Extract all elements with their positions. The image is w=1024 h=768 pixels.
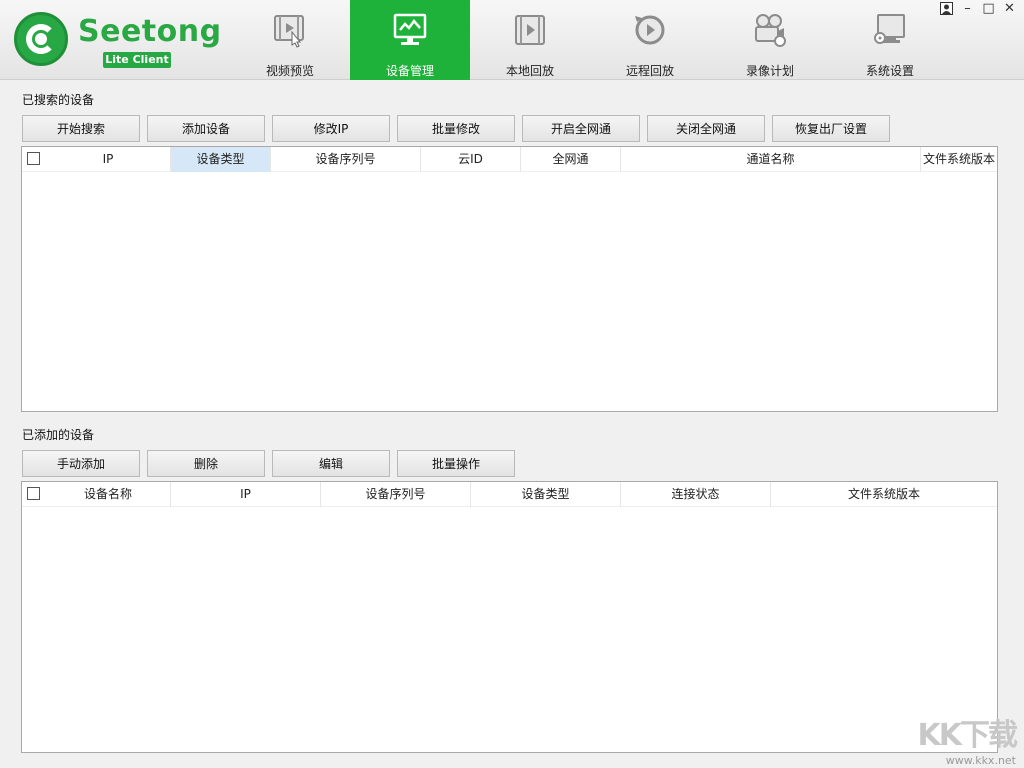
column-header-channel-name[interactable]: 通道名称 [621,147,921,172]
start-search-button[interactable]: 开始搜索 [22,115,140,142]
logo-text: Seetong [78,14,222,49]
local-playback-icon [515,15,545,45]
seetong-logo-icon [14,12,68,66]
main-nav: 视频预览 设备管理 本地回放 远程回放 录像计划 系统设置 [230,0,950,80]
tab-recording-schedule[interactable]: 录像计划 [710,0,830,80]
tab-label: 本地回放 [505,64,554,78]
delete-button[interactable]: 删除 [147,450,265,477]
column-header-serial[interactable]: 设备序列号 [321,482,471,507]
tab-label: 远程回放 [625,64,674,78]
recording-schedule-icon [755,14,786,47]
disable-all-network-button[interactable]: 关闭全网通 [647,115,765,142]
add-device-button[interactable]: 添加设备 [147,115,265,142]
tab-local-playback[interactable]: 本地回放 [470,0,590,80]
edit-button[interactable]: 编辑 [272,450,390,477]
select-all-cell [22,482,46,507]
tab-label: 录像计划 [745,64,794,78]
added-devices-table: 设备名称 IP 设备序列号 设备类型 连接状态 文件系统版本 [21,481,998,753]
column-header-fs-version[interactable]: 文件系统版本 [771,482,997,507]
column-header-serial[interactable]: 设备序列号 [271,147,421,172]
table-header: IP 设备类型 设备序列号 云ID 全网通 通道名称 文件系统版本 [22,147,997,172]
searched-devices-table: IP 设备类型 设备序列号 云ID 全网通 通道名称 文件系统版本 [21,146,998,412]
tab-label: 设备管理 [385,64,434,78]
select-all-checkbox[interactable] [27,487,40,500]
manual-add-button[interactable]: 手动添加 [22,450,140,477]
column-header-ip[interactable]: IP [46,147,171,172]
added-toolbar: 手动添加 删除 编辑 批量操作 [22,450,515,477]
watermark: KK下载 www.kkx.net [896,710,1019,767]
table-header: 设备名称 IP 设备序列号 设备类型 连接状态 文件系统版本 [22,482,997,507]
enable-all-network-button[interactable]: 开启全网通 [522,115,640,142]
watermark-logo: KK下载 [917,718,1019,753]
tab-label: 视频预览 [265,64,314,78]
tab-label: 系统设置 [865,64,914,78]
column-header-connection-status[interactable]: 连接状态 [621,482,771,507]
watermark-url: www.kkx.net [945,754,1016,767]
added-devices-title: 已添加的设备 [22,428,95,442]
modify-ip-button[interactable]: 修改IP [272,115,390,142]
maximize-button[interactable]: □ [980,2,997,16]
remote-playback-icon [635,15,665,45]
column-header-fs-version[interactable]: 文件系统版本 [921,147,997,172]
select-all-cell [22,147,46,172]
window-controls: – □ ✕ [938,2,1018,16]
logo-badge: Lite Client [103,52,171,68]
column-header-device-type[interactable]: 设备类型 [471,482,621,507]
factory-reset-button[interactable]: 恢复出厂设置 [772,115,890,142]
searched-toolbar: 开始搜索 添加设备 修改IP 批量修改 开启全网通 关闭全网通 恢复出厂设置 [22,115,890,142]
column-header-cloud-id[interactable]: 云ID [421,147,521,172]
column-header-device-name[interactable]: 设备名称 [46,482,171,507]
column-header-device-type[interactable]: 设备类型 [171,147,271,172]
column-header-all-network[interactable]: 全网通 [521,147,621,172]
system-settings-icon [874,14,905,44]
searched-devices-title: 已搜索的设备 [22,93,95,107]
select-all-checkbox[interactable] [27,152,40,165]
app-header: Seetong Lite Client 视频预览 设备管理 本地回放 远程回放 … [0,0,1024,80]
app-logo: Seetong Lite Client [12,10,221,72]
tab-remote-playback[interactable]: 远程回放 [590,0,710,80]
device-management-icon [393,13,427,45]
user-icon[interactable] [938,2,955,16]
close-button[interactable]: ✕ [1001,2,1018,16]
tab-system-settings[interactable]: 系统设置 [830,0,950,80]
batch-operation-button[interactable]: 批量操作 [397,450,515,477]
tab-video-preview[interactable]: 视频预览 [230,0,350,80]
minimize-button[interactable]: – [959,2,976,16]
column-header-ip[interactable]: IP [171,482,321,507]
batch-modify-button[interactable]: 批量修改 [397,115,515,142]
video-preview-icon [274,15,304,48]
tab-device-management[interactable]: 设备管理 [350,0,470,80]
